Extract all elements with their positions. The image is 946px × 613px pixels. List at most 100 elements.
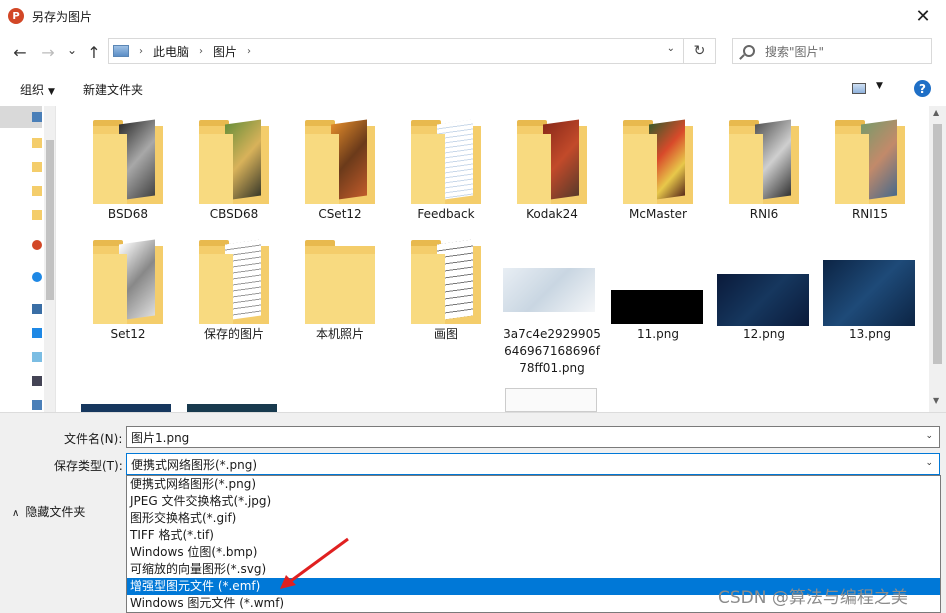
address-bar[interactable]: › 此电脑 › 图片 › ⌄ ↻ bbox=[108, 38, 716, 64]
scrollbar-thumb[interactable] bbox=[933, 124, 942, 364]
view-options-icon[interactable] bbox=[852, 83, 866, 94]
image-item[interactable]: 11.png bbox=[605, 226, 711, 343]
folder-icon bbox=[199, 239, 269, 324]
forward-button[interactable]: → bbox=[36, 40, 60, 64]
navigation-bar: ← → ⌄ ↑ › 此电脑 › 图片 › ⌄ ↻ 搜索"图片" bbox=[0, 32, 946, 72]
chevron-down-icon[interactable]: ⌄ bbox=[925, 431, 933, 441]
image-item[interactable]: 3a7c4e2929905 646967168696f 78ff01.png bbox=[499, 226, 605, 377]
organize-button[interactable]: 组织 ▼ bbox=[20, 81, 55, 98]
folder-icon bbox=[411, 239, 481, 324]
pictures-nav-icon[interactable] bbox=[32, 112, 42, 122]
folder-item[interactable]: RNI15 bbox=[817, 106, 923, 223]
command-bar: 组织 ▼ 新建文件夹 ▼ ? bbox=[0, 72, 946, 106]
close-button[interactable]: ✕ bbox=[900, 0, 946, 32]
objects-icon[interactable] bbox=[32, 328, 42, 338]
scroll-up-icon[interactable]: ▲ bbox=[933, 108, 939, 117]
search-icon bbox=[743, 45, 755, 57]
filetype-select[interactable]: 便携式网络图形(*.png) ⌄ bbox=[126, 453, 940, 475]
recent-locations-button[interactable]: ⌄ bbox=[60, 38, 84, 62]
folder-icon bbox=[729, 119, 799, 204]
this-pc-icon[interactable] bbox=[32, 304, 42, 314]
folder-icon[interactable] bbox=[32, 210, 42, 220]
file-name: 3a7c4e2929905 646967168696f 78ff01.png bbox=[503, 327, 601, 375]
refresh-button[interactable]: ↻ bbox=[683, 39, 715, 63]
file-name: Set12 bbox=[110, 327, 146, 341]
folder-item[interactable]: 画图 bbox=[393, 226, 499, 343]
chevron-down-icon[interactable]: ⌄ bbox=[925, 458, 933, 468]
title-bar: P 另存为图片 ✕ bbox=[0, 0, 946, 32]
folder-item[interactable]: CBSD68 bbox=[181, 106, 287, 223]
nav-scrollbar-thumb[interactable] bbox=[46, 140, 54, 300]
image-thumbnail[interactable] bbox=[81, 404, 171, 412]
folder-icon[interactable] bbox=[32, 138, 42, 148]
view-caret-icon[interactable]: ▼ bbox=[876, 81, 883, 91]
image-thumbnail bbox=[717, 274, 809, 326]
file-name: RNI6 bbox=[749, 207, 779, 221]
search-placeholder: 搜索"图片" bbox=[765, 44, 825, 59]
folder-item[interactable]: 保存的图片 bbox=[181, 226, 287, 343]
videos-icon[interactable] bbox=[32, 376, 42, 386]
folder-item[interactable]: RNI6 bbox=[711, 106, 817, 223]
folder-icon[interactable] bbox=[32, 186, 42, 196]
filename-input[interactable]: 图片1.png ⌄ bbox=[126, 426, 940, 448]
image-thumbnail[interactable] bbox=[187, 404, 277, 412]
file-name: 本机照片 bbox=[315, 327, 364, 341]
breadcrumb-this-pc[interactable]: 此电脑 bbox=[153, 43, 189, 60]
folder-item[interactable]: 本机照片 bbox=[287, 226, 393, 343]
filetype-option[interactable]: 可缩放的向量图形(*.svg) bbox=[127, 561, 940, 578]
help-icon[interactable]: ? bbox=[914, 80, 931, 97]
file-name: RNI15 bbox=[851, 207, 889, 221]
powerpoint-icon: P bbox=[8, 8, 24, 24]
window-title: 另存为图片 bbox=[32, 9, 93, 24]
pictures-location-icon bbox=[113, 45, 129, 57]
folder-item[interactable]: Kodak24 bbox=[499, 106, 605, 223]
address-dropdown-icon[interactable]: ⌄ bbox=[667, 43, 675, 54]
image-item[interactable]: 13.png bbox=[817, 226, 923, 343]
filename-label: 文件名(N): bbox=[64, 432, 123, 446]
filetype-option[interactable]: TIFF 格式(*.tif) bbox=[127, 527, 940, 544]
chevron-up-icon: ∧ bbox=[12, 508, 20, 519]
folder-icon bbox=[199, 119, 269, 204]
desktop-icon[interactable] bbox=[32, 352, 42, 362]
search-input[interactable]: 搜索"图片" bbox=[732, 38, 932, 64]
breadcrumb-separator: › bbox=[199, 45, 204, 57]
up-button[interactable]: ↑ bbox=[82, 40, 106, 64]
folder-item[interactable]: BSD68 bbox=[75, 106, 181, 223]
image-thumbnail[interactable] bbox=[505, 388, 597, 412]
folder-item[interactable]: McMaster bbox=[605, 106, 711, 223]
back-button[interactable]: ← bbox=[8, 40, 32, 64]
folder-item[interactable]: CSet12 bbox=[287, 106, 393, 223]
folder-icon bbox=[835, 119, 905, 204]
file-name: 保存的图片 bbox=[203, 327, 264, 341]
file-name: BSD68 bbox=[107, 207, 149, 221]
scroll-down-icon[interactable]: ▼ bbox=[933, 396, 939, 405]
folder-icon[interactable] bbox=[32, 162, 42, 172]
breadcrumb-pictures[interactable]: 图片 bbox=[213, 43, 237, 60]
filetype-option[interactable]: JPEG 文件交换格式(*.jpg) bbox=[127, 493, 940, 510]
folder-icon bbox=[411, 119, 481, 204]
filetype-option[interactable]: 便携式网络图形(*.png) bbox=[127, 476, 940, 493]
file-name: 13.png bbox=[849, 327, 891, 341]
image-item[interactable]: 12.png bbox=[711, 226, 817, 343]
folder-icon bbox=[517, 119, 587, 204]
image-thumbnail bbox=[611, 290, 703, 324]
file-name: Kodak24 bbox=[526, 207, 578, 221]
folder-item[interactable]: Feedback bbox=[393, 106, 499, 223]
folder-item[interactable]: Set12 bbox=[75, 226, 181, 343]
hide-folders-button[interactable]: ∧ 隐藏文件夹 bbox=[12, 503, 85, 520]
drive-icon[interactable] bbox=[32, 400, 42, 410]
file-name: CBSD68 bbox=[209, 207, 259, 221]
new-folder-button[interactable]: 新建文件夹 bbox=[83, 81, 143, 98]
filetype-option[interactable]: 图形交换格式(*.gif) bbox=[127, 510, 940, 527]
onedrive-icon[interactable] bbox=[32, 272, 42, 282]
file-name: 画图 bbox=[433, 327, 458, 341]
content-scrollbar[interactable]: ▲ ▼ bbox=[929, 106, 946, 412]
image-thumbnail bbox=[823, 260, 915, 326]
annotation-arrow-icon bbox=[280, 537, 349, 589]
filetype-label: 保存类型(T): bbox=[54, 459, 123, 473]
powerpoint-icon[interactable] bbox=[32, 240, 42, 250]
folder-icon bbox=[623, 119, 693, 204]
file-name: Feedback bbox=[417, 207, 475, 221]
file-name: CSet12 bbox=[318, 207, 362, 221]
filetype-option[interactable]: Windows 位图(*.bmp) bbox=[127, 544, 940, 561]
